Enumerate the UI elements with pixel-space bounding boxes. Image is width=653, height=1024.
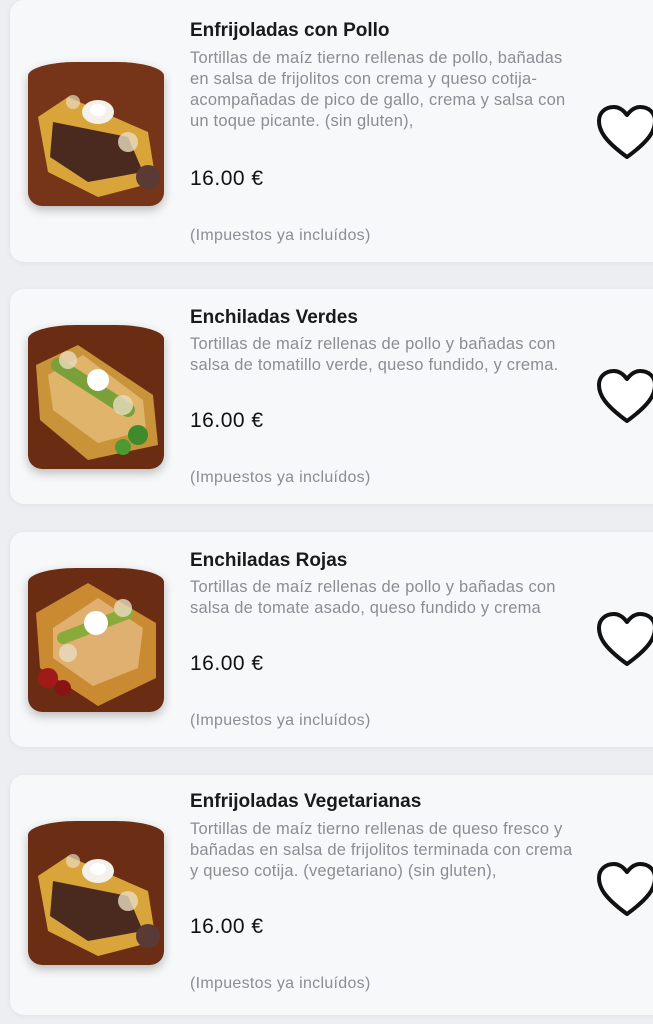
item-title: Enfrijoladas Vegetarianas	[190, 791, 422, 812]
favorite-button[interactable]	[595, 610, 653, 670]
enfrijoladas-image	[28, 821, 164, 965]
item-description: Tortillas de maíz tierno rellenas de que…	[190, 820, 573, 880]
item-price: 16.00 €	[190, 167, 264, 190]
enchiladas-verdes-image	[28, 325, 164, 469]
menu-item-card[interactable]: Enfrijoladas Vegetarianas Tortillas de m…	[10, 775, 653, 1015]
dish-image	[28, 62, 164, 206]
tax-note: (Impuestos ya incluídos)	[190, 975, 371, 992]
dish-image	[28, 325, 164, 469]
item-description: Tortillas de maíz rellenas de pollo y ba…	[190, 335, 559, 374]
heart-outline-icon	[597, 612, 653, 666]
heart-outline-icon	[597, 105, 653, 159]
enfrijoladas-image	[28, 62, 164, 206]
item-description: Tortillas de maíz rellenas de pollo y ba…	[190, 578, 556, 617]
item-title: Enchiladas Verdes	[190, 307, 358, 328]
tax-note: (Impuestos ya incluídos)	[190, 712, 371, 729]
item-description: Tortillas de maíz tierno rellenas de pol…	[190, 49, 566, 130]
heart-outline-icon	[597, 369, 653, 423]
tax-note: (Impuestos ya incluídos)	[190, 227, 371, 244]
menu-item-card[interactable]: Enfrijoladas con Pollo Tortillas de maíz…	[10, 0, 653, 262]
menu-item-card[interactable]: Enchiladas Rojas Tortillas de maíz relle…	[10, 532, 653, 747]
dish-image	[28, 821, 164, 965]
tax-note: (Impuestos ya incluídos)	[190, 469, 371, 486]
item-price: 16.00 €	[190, 409, 264, 432]
item-title: Enchiladas Rojas	[190, 550, 348, 571]
item-price: 16.00 €	[190, 652, 264, 675]
favorite-button[interactable]	[595, 860, 653, 920]
dish-image	[28, 568, 164, 712]
item-price: 16.00 €	[190, 915, 264, 938]
menu-item-card[interactable]: Enchiladas Verdes Tortillas de maíz rell…	[10, 289, 653, 504]
heart-outline-icon	[597, 862, 653, 916]
item-title: Enfrijoladas con Pollo	[190, 20, 390, 41]
favorite-button[interactable]	[595, 103, 653, 163]
favorite-button[interactable]	[595, 367, 653, 427]
enchiladas-rojas-image	[28, 568, 164, 712]
